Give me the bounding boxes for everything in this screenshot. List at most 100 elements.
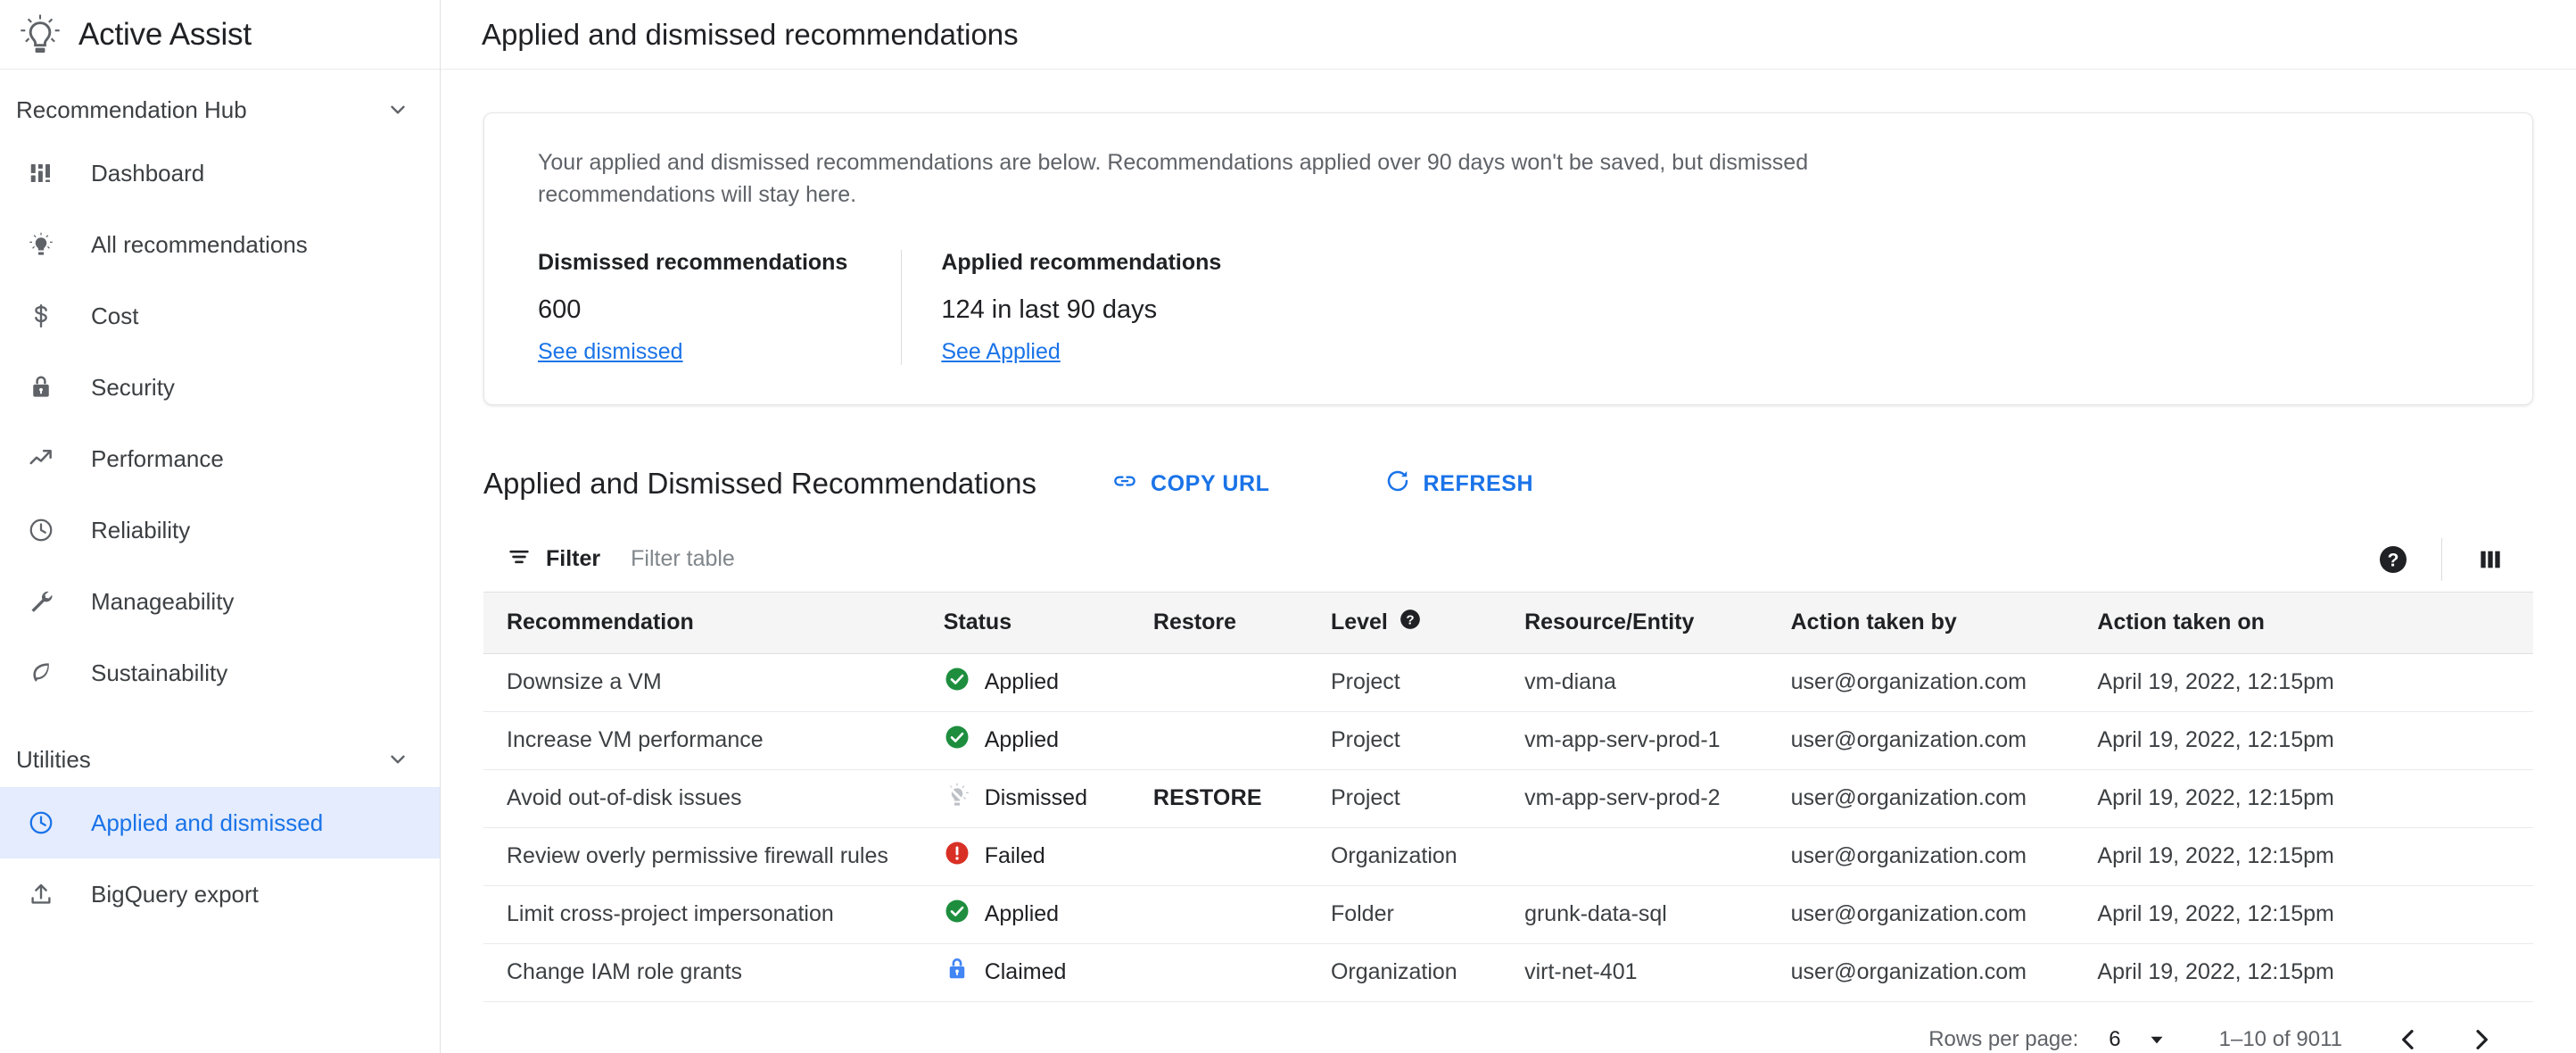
wrench-icon (23, 584, 59, 619)
sidebar-item-manageability[interactable]: Manageability (0, 566, 440, 637)
restore-button[interactable]: RESTORE (1153, 785, 1262, 810)
sidebar-section-utilities[interactable]: Utilities (0, 732, 440, 787)
sidebar-item-label: Cost (91, 302, 139, 329)
table-row[interactable]: Avoid out-of-disk issues Dismissed RESTO… (483, 769, 2533, 828)
copy-url-button[interactable]: COPY URL (1099, 459, 1283, 510)
svg-text:?: ? (1406, 613, 1414, 628)
lock-blue-icon (944, 956, 970, 989)
cell-level: Folder (1330, 885, 1525, 944)
sidebar-item-label: Reliability (91, 516, 191, 543)
sidebar-item-all-recommendations[interactable]: All recommendations (0, 209, 440, 280)
refresh-icon (1384, 468, 1411, 501)
stat-label: Dismissed recommendations (538, 250, 848, 275)
upload-icon (23, 876, 59, 912)
refresh-label: REFRESH (1423, 470, 1534, 496)
column-header-status[interactable]: Status (943, 593, 1153, 654)
link-icon (1111, 468, 1138, 501)
cell-status: Applied (943, 653, 1153, 712)
status-label: Applied (984, 669, 1060, 694)
check-circle-icon (944, 724, 970, 757)
status-label: Failed (984, 843, 1045, 868)
cell-restore (1152, 827, 1331, 886)
recommendations-table-card: Applied and Dismissed Recommendations CO… (483, 441, 2533, 1053)
filter-input[interactable] (629, 545, 1004, 573)
cell-level: Organization (1330, 943, 1525, 1002)
status-label: Claimed (984, 959, 1067, 984)
sidebar-item-label: Dashboard (91, 159, 205, 187)
check-circle-icon (944, 898, 970, 931)
cell-status: Dismissed (943, 769, 1153, 828)
next-page-button[interactable] (2456, 1015, 2506, 1053)
page-header: Applied and dismissed recommendations (441, 0, 2576, 70)
sidebar-item-security[interactable]: Security (0, 352, 440, 423)
table-row[interactable]: Limit cross-project impersonation Applie… (483, 885, 2533, 944)
cell-recommendation: Avoid out-of-disk issues (483, 769, 944, 828)
table-row[interactable]: Review overly permissive firewall rules … (483, 827, 2533, 886)
see-dismissed-link[interactable]: See dismissed (538, 339, 683, 365)
table-head: Recommendation Status Restore Level ? Re… (483, 593, 2533, 654)
stat-dismissed: Dismissed recommendations 600 See dismis… (538, 250, 901, 365)
help-icon[interactable]: ? (2368, 535, 2418, 585)
sidebar-item-reliability[interactable]: Reliability (0, 494, 440, 566)
cell-level: Project (1330, 769, 1525, 828)
lightbulb-icon (23, 227, 59, 262)
sidebar-item-label: Manageability (91, 587, 235, 615)
table-row[interactable]: Downsize a VM Applied Project vm-diana u… (483, 653, 2533, 712)
column-header-recommendation[interactable]: Recommendation (483, 593, 944, 654)
column-header-restore[interactable]: Restore (1152, 593, 1331, 654)
sidebar-item-performance[interactable]: Performance (0, 423, 440, 494)
cell-status: Claimed (943, 943, 1153, 1002)
previous-page-button[interactable] (2383, 1015, 2433, 1053)
column-header-level[interactable]: Level ? (1330, 593, 1525, 654)
header-label: Resource/Entity (1524, 609, 1695, 635)
help-icon[interactable]: ? (1399, 608, 1422, 637)
column-header-action-taken-by[interactable]: Action taken by (1790, 593, 2098, 654)
cell-level: Project (1330, 711, 1525, 770)
cell-action-on: April 19, 2022, 12:15pm (2097, 769, 2533, 828)
see-applied-link[interactable]: See Applied (941, 339, 1060, 365)
sidebar-nav: Recommendation Hub Dashboard All recomme… (0, 70, 440, 930)
table-row[interactable]: Change IAM role grants Claimed Organizat… (483, 943, 2533, 1002)
page-title: Applied and dismissed recommendations (482, 17, 1019, 51)
arrow-drop-down-icon[interactable] (2144, 1027, 2169, 1052)
dashboard-icon (23, 155, 59, 191)
cell-action-on: April 19, 2022, 12:15pm (2097, 885, 2533, 944)
table-toolbar: Applied and Dismissed Recommendations CO… (483, 441, 2533, 526)
clock-icon (23, 512, 59, 548)
columns-icon[interactable] (2465, 535, 2515, 585)
leaf-icon (23, 655, 59, 691)
content-area: Your applied and dismissed recommendatio… (441, 70, 2576, 1053)
sidebar-item-cost[interactable]: Cost (0, 280, 440, 352)
sidebar-section-recommendation-hub[interactable]: Recommendation Hub (0, 82, 440, 137)
column-header-action-taken-on[interactable]: Action taken on (2097, 593, 2533, 654)
rows-per-page-value[interactable]: 6 (2109, 1027, 2120, 1052)
cell-recommendation: Downsize a VM (483, 653, 944, 712)
table-row[interactable]: Increase VM performance Applied Project … (483, 711, 2533, 770)
cell-action-by: user@organization.com (1790, 827, 2098, 886)
header-label: Level (1330, 609, 1388, 635)
brand: Active Assist (0, 0, 440, 70)
header-label: Restore (1152, 609, 1236, 635)
sidebar-item-sustainability[interactable]: Sustainability (0, 637, 440, 709)
table-header-row: Recommendation Status Restore Level ? Re… (483, 593, 2533, 654)
cell-restore: RESTORE (1152, 769, 1331, 828)
sidebar-item-applied-and-dismissed[interactable]: Applied and dismissed (0, 787, 440, 858)
sidebar-item-dashboard[interactable]: Dashboard (0, 137, 440, 209)
brand-title: Active Assist (78, 16, 252, 52)
stat-value: 124 in last 90 days (941, 295, 1158, 324)
divider (2441, 537, 2442, 581)
sidebar-item-label: BigQuery export (91, 880, 259, 908)
error-circle-icon (944, 840, 970, 873)
cell-action-by: user@organization.com (1790, 943, 2098, 1002)
refresh-button[interactable]: REFRESH (1372, 459, 1547, 510)
column-header-resource-entity[interactable]: Resource/Entity (1524, 593, 1791, 654)
chevron-down-icon (386, 748, 409, 771)
lightbulb-icon (16, 11, 64, 59)
table-body: Downsize a VM Applied Project vm-diana u… (483, 653, 2533, 1002)
filter-button[interactable]: Filter (507, 544, 600, 574)
sidebar-item-bigquery-export[interactable]: BigQuery export (0, 858, 440, 930)
summary-card: Your applied and dismissed recommendatio… (483, 112, 2533, 405)
sidebar-section-label: Recommendation Hub (16, 95, 247, 123)
rows-per-page-label: Rows per page: (1928, 1026, 2079, 1051)
cell-recommendation: Limit cross-project impersonation (483, 885, 944, 944)
